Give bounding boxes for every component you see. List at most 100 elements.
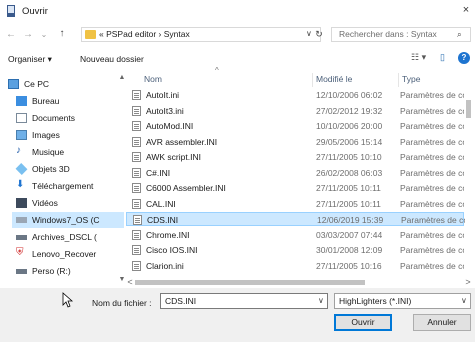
new-folder-button[interactable]: Nouveau dossier — [80, 54, 144, 64]
file-list-scroll-thumb[interactable] — [466, 100, 471, 118]
window-title: Ouvrir — [22, 6, 48, 17]
file-modified: 12/10/2006 06:02 — [316, 90, 383, 100]
file-row[interactable]: AWK script.INI 27/11/2005 10:10 Paramètres… — [126, 150, 464, 164]
ini-file-icon — [132, 183, 141, 193]
file-type: Paramètres de co — [401, 215, 465, 225]
ini-file-icon — [133, 215, 142, 225]
organize-button[interactable]: Organiser ▾ — [8, 54, 52, 65]
column-header-type[interactable]: Type — [402, 74, 420, 84]
file-name: Cisco IOS.INI — [146, 245, 198, 255]
sidebar-item-bureau[interactable]: Bureau — [12, 93, 124, 109]
sidebar-item-documents[interactable]: Documents — [12, 110, 124, 126]
sidebar-item-archives-dscl[interactable]: Archives_DSCL ( — [12, 229, 124, 245]
file-name: AutoIt3.ini — [146, 105, 184, 116]
ini-file-icon — [132, 136, 141, 147]
desktop-icon — [16, 96, 27, 106]
file-type: Paramètres de co — [400, 260, 464, 271]
file-row[interactable]: AutoMod.INI 10/10/2006 20:00 Paramètres de… — [126, 119, 464, 133]
column-divider[interactable] — [398, 73, 399, 87]
drive-icon — [16, 235, 27, 240]
up-button[interactable]: ↑ — [56, 28, 68, 40]
file-modified: 27/11/2005 10:16 — [316, 260, 382, 271]
sidebar-scroll-up-icon[interactable]: ▲ — [118, 74, 126, 81]
recovery-drive-icon: ⛨ — [16, 247, 24, 258]
search-icon[interactable]: ⌕ — [457, 29, 462, 40]
horizontal-scroll-thumb[interactable] — [135, 280, 365, 285]
title-bar — [0, 0, 475, 22]
drive-icon — [16, 217, 27, 223]
folder-icon — [85, 30, 96, 39]
file-name: AVR assembler.INI — [146, 136, 218, 147]
file-type: Paramètres de co — [400, 198, 464, 209]
drive-icon — [16, 269, 27, 274]
file-modified: 30/01/2008 12:09 — [316, 245, 383, 255]
file-modified: 03/03/2007 07:44 — [316, 229, 383, 240]
ini-file-icon — [132, 198, 141, 209]
file-type: Paramètres de co — [400, 105, 464, 116]
filename-value[interactable]: CDS.INI — [165, 296, 196, 306]
scroll-left-icon[interactable]: < — [126, 277, 134, 287]
file-modified: 26/02/2008 06:03 — [316, 167, 383, 178]
sidebar-item-images[interactable]: Images — [12, 127, 124, 143]
column-divider[interactable] — [312, 73, 313, 87]
back-button[interactable]: ← — [5, 29, 17, 41]
cancel-button[interactable]: Annuler — [413, 314, 471, 331]
refresh-button[interactable]: ↻ — [312, 27, 326, 42]
recent-locations-dropdown[interactable]: ⌄ — [38, 29, 50, 41]
file-modified: 29/05/2006 15:14 — [316, 136, 383, 147]
ini-file-icon — [132, 245, 141, 255]
navigation-pane: Ce PC Bureau Documents Images ♪ Musique … — [0, 72, 124, 287]
file-row[interactable]: Cisco IOS.INI 30/01/2008 12:09 Paramètres … — [126, 243, 464, 257]
close-button[interactable]: × — [459, 3, 473, 17]
file-row[interactable]: CDS.INI 12/06/2019 15:39 Paramètres de co — [126, 212, 465, 226]
file-name: AutoIt.ini — [146, 90, 180, 100]
file-row[interactable]: C#.INI 26/02/2008 06:03 Paramètres de co — [126, 166, 464, 180]
file-type-dropdown-icon[interactable]: ∨ — [461, 296, 467, 305]
sidebar-scrollbar[interactable]: ▲ ▼ — [118, 72, 126, 287]
column-header-modified[interactable]: Modifié le — [316, 74, 352, 84]
scroll-right-icon[interactable]: > — [464, 277, 472, 287]
column-header-name[interactable]: Nom — [144, 74, 162, 84]
file-row[interactable]: C6000 Assembler.INI 27/11/2005 10:11 Param… — [126, 181, 464, 195]
file-name: AWK script.INI — [146, 152, 201, 162]
file-name: CDS.INI — [147, 215, 179, 225]
sidebar-scroll-down-icon[interactable]: ▼ — [118, 276, 126, 283]
open-button[interactable]: Ouvrir — [334, 314, 392, 331]
ini-file-icon — [132, 90, 141, 100]
preview-pane-button[interactable]: ▯ — [440, 52, 445, 63]
address-dropdown-icon[interactable]: ∨ — [306, 29, 312, 38]
file-type-value[interactable]: HighLighters (*.INI) — [339, 296, 411, 306]
sidebar-item-musique[interactable]: ♪ Musique — [12, 144, 124, 160]
file-modified: 27/02/2012 19:32 — [316, 105, 383, 116]
sort-ascending-icon: ^ — [215, 66, 219, 75]
breadcrumb[interactable]: « PSPad editor › Syntax — [99, 29, 190, 39]
file-row[interactable]: AutoIt.ini 12/10/2006 06:02 Paramètres de … — [126, 88, 464, 102]
videos-icon — [16, 198, 27, 208]
file-row[interactable]: AVR assembler.INI 29/05/2006 15:14 Paramèt… — [126, 135, 464, 149]
help-button[interactable]: ? — [458, 52, 470, 64]
sidebar-item-windows7-os[interactable]: Windows7_OS (C — [12, 212, 124, 228]
file-name: CAL.INI — [146, 198, 176, 209]
sidebar-item-objets-3d[interactable]: Objets 3D — [12, 161, 124, 177]
file-type: Paramètres de co — [400, 229, 464, 240]
sidebar-item-ce-pc[interactable]: Ce PC — [4, 76, 116, 92]
file-type-filter[interactable]: HighLighters (*.INI) ∨ — [334, 293, 471, 309]
sidebar-item-perso[interactable]: Perso (R:) — [12, 263, 124, 279]
file-modified: 27/11/2005 10:10 — [316, 152, 382, 162]
filename-dropdown-icon[interactable]: ∨ — [318, 296, 324, 305]
filename-input[interactable]: CDS.INI ∨ — [160, 293, 328, 309]
file-row[interactable]: CAL.INI 27/11/2005 10:11 Paramètres de co — [126, 197, 464, 211]
file-row[interactable]: AutoIt3.ini 27/02/2012 19:32 Paramètres de… — [126, 104, 464, 118]
address-bar[interactable]: « PSPad editor › Syntax ∨ — [81, 27, 321, 42]
sidebar-item-telechargements[interactable]: ⬇ Téléchargement — [12, 178, 124, 194]
sidebar-item-videos[interactable]: Vidéos — [12, 195, 124, 211]
sidebar-item-lenovo-recovery[interactable]: ⛨ Lenovo_Recover — [12, 246, 124, 262]
file-type: Paramètres de co — [400, 121, 464, 131]
ini-file-icon — [132, 121, 141, 131]
view-options-button[interactable]: ☷ ▾ — [411, 52, 426, 63]
forward-button[interactable]: → — [22, 29, 34, 41]
app-icon — [7, 5, 15, 17]
file-row[interactable]: Chrome.INI 03/03/2007 07:44 Paramètres de … — [126, 228, 464, 242]
search-input[interactable]: Rechercher dans : Syntax ⌕ — [331, 27, 471, 42]
file-row[interactable]: Clarion.ini 27/11/2005 10:16 Paramètres de… — [126, 259, 464, 273]
